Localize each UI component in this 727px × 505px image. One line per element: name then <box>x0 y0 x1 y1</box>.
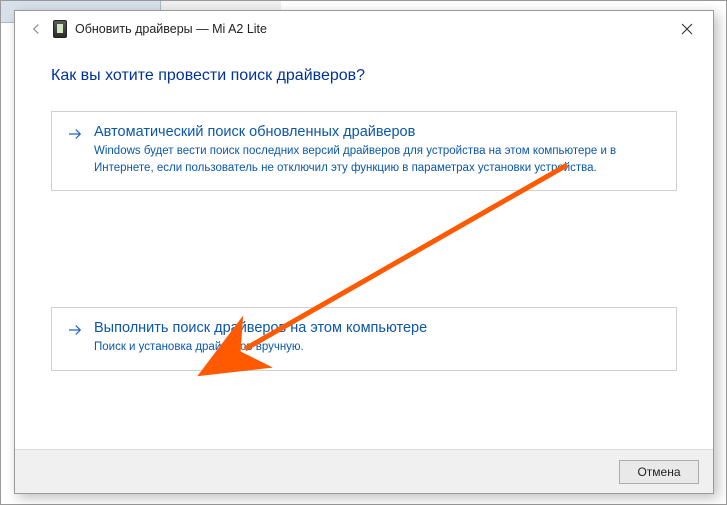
option-title: Автоматический поиск обновленных драйвер… <box>94 124 662 140</box>
option-auto-search[interactable]: Автоматический поиск обновленных драйвер… <box>51 111 677 191</box>
option-body: Выполнить поиск драйверов на этом компью… <box>94 320 662 356</box>
option-description: Поиск и установка драйверов вручную. <box>94 339 662 356</box>
update-drivers-dialog: Обновить драйверы — Mi A2 Lite Как вы хо… <box>14 10 714 494</box>
cancel-button[interactable]: Отмена <box>619 460 699 484</box>
content-heading: Как вы хотите провести поиск драйверов? <box>51 67 677 85</box>
title-device: Mi A2 Lite <box>212 22 267 36</box>
dialog-title: Обновить драйверы — Mi A2 Lite <box>75 22 267 36</box>
dialog-footer: Отмена <box>15 449 713 493</box>
dialog-content: Как вы хотите провести поиск драйверов? … <box>15 47 713 449</box>
arrow-right-icon <box>66 320 84 356</box>
arrow-right-icon <box>66 124 84 176</box>
close-button[interactable] <box>667 15 707 43</box>
dialog-titlebar: Обновить драйверы — Mi A2 Lite <box>15 11 713 47</box>
option-browse-local[interactable]: Выполнить поиск драйверов на этом компью… <box>51 307 677 371</box>
spacer <box>51 211 677 307</box>
option-body: Автоматический поиск обновленных драйвер… <box>94 124 662 176</box>
title-prefix: Обновить драйверы <box>75 22 193 36</box>
option-title: Выполнить поиск драйверов на этом компью… <box>94 320 662 336</box>
option-description: Windows будет вести поиск последних верс… <box>94 143 662 176</box>
title-sep: — <box>193 22 212 36</box>
device-icon <box>53 20 67 38</box>
back-arrow-icon <box>25 18 47 40</box>
